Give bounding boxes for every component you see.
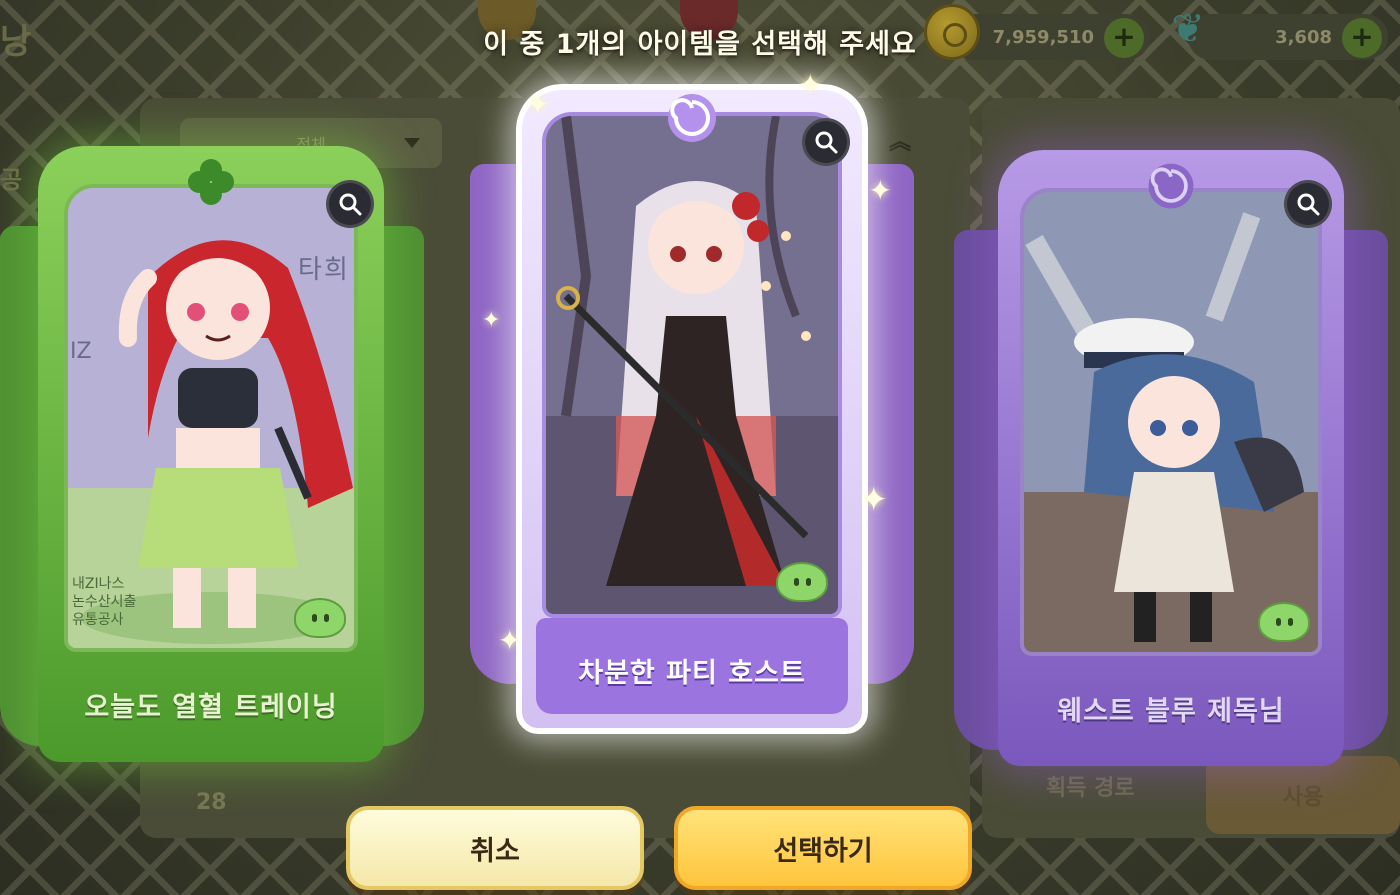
card-bg-text: 유통공사	[72, 612, 124, 628]
clover-icon	[188, 159, 234, 205]
sparkle-icon: ✦	[798, 68, 822, 101]
item-card-party-host[interactable]: 차분한 파티 호스트 ✦ ✦ ✦ ✦ ✦ ✦	[470, 68, 914, 734]
cancel-button[interactable]: 취소	[346, 806, 644, 890]
card-bg-text: 내ZI나스	[72, 576, 124, 592]
card-name: 웨스트 블루 제독님	[1057, 696, 1285, 727]
item-card-training[interactable]: 타 IZ 희 내ZI나스 논수산시출 유통공사 오늘도 열혈 트레이닝	[0, 146, 424, 762]
slime-icon	[1258, 602, 1310, 642]
card-name: 차분한 파티 호스트	[578, 658, 806, 689]
character-illustration-admiral	[1024, 192, 1318, 652]
card-bg-text: 희	[324, 255, 348, 285]
search-icon	[815, 131, 838, 154]
use-button: 사용	[1206, 756, 1400, 834]
card-bg-text: 논수산시출	[72, 594, 137, 610]
character-illustration-party-host	[546, 116, 838, 614]
slime-icon	[776, 562, 828, 602]
acquire-route-label: 획득 경로	[1046, 776, 1135, 801]
search-icon	[339, 193, 362, 216]
search-icon	[1297, 193, 1320, 216]
item-card-admiral[interactable]: 웨스트 블루 제독님	[954, 150, 1388, 766]
selection-prompt: 이 중 1개의 아이템을 선택해 주세요	[483, 29, 917, 60]
swirl-icon	[1148, 163, 1194, 209]
card-name: 오늘도 열혈 트레이닝	[84, 692, 338, 723]
zoom-button[interactable]	[802, 118, 850, 166]
item-count: 28	[196, 790, 227, 815]
background-side-label: 공	[0, 166, 23, 194]
cancel-button-label: 취소	[470, 835, 520, 867]
card-bg-text: 타	[298, 255, 322, 285]
card-frame: 타 IZ 희 내ZI나스 논수산시출 유통공사 오늘도 열혈 트레이닝	[38, 146, 384, 762]
card-art: 타 IZ 희 내ZI나스 논수산시출 유통공사	[64, 184, 358, 652]
swirl-icon	[668, 94, 716, 142]
sparkle-icon: ✦	[868, 174, 892, 207]
use-button-label: 사용	[1282, 785, 1324, 810]
slime-icon	[294, 598, 346, 638]
scroll-up-icon: ︽	[888, 130, 911, 155]
select-button[interactable]: 선택하기	[674, 806, 972, 890]
select-button-label: 선택하기	[773, 835, 873, 867]
zoom-button[interactable]	[326, 180, 374, 228]
card-art	[1020, 188, 1322, 656]
zoom-button[interactable]	[1284, 180, 1332, 228]
character-illustration-training: 타 IZ 희 내ZI나스 논수산시출 유통공사	[68, 188, 354, 648]
card-art	[542, 112, 842, 618]
chevron-down-icon	[404, 138, 420, 148]
card-frame: 웨스트 블루 제독님	[998, 150, 1344, 766]
sparkle-icon: ✦	[498, 624, 522, 657]
sparkle-icon: ✦	[526, 88, 550, 121]
sparkle-icon: ✦	[482, 308, 501, 333]
sparkle-icon: ✦	[859, 480, 889, 520]
card-frame: 차분한 파티 호스트	[516, 84, 868, 734]
card-bg-text: IZ	[70, 339, 92, 364]
